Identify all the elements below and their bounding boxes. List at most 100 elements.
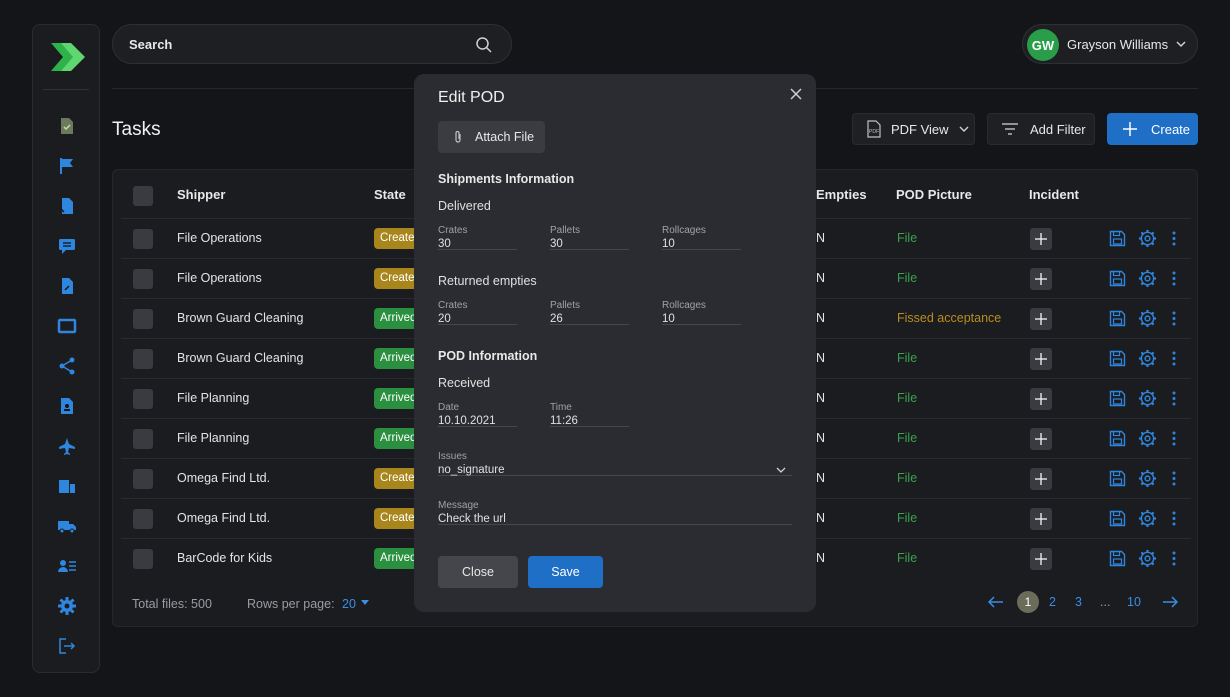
row-checkbox[interactable] [133, 549, 153, 569]
page-3[interactable]: 3 [1075, 595, 1082, 609]
field-label: Rollcages [662, 300, 706, 311]
more-vertical-icon[interactable] [1171, 550, 1177, 567]
create-button[interactable]: Create [1107, 113, 1198, 145]
pod-picture-link[interactable]: File [897, 431, 917, 445]
plus-icon [1035, 273, 1047, 285]
date-field[interactable]: Date 10.10.2021 [438, 402, 517, 427]
save-icon[interactable] [1109, 470, 1126, 487]
pod-picture-link[interactable]: Fissed acceptance [897, 311, 1001, 325]
pod-picture-link[interactable]: File [897, 271, 917, 285]
returned-rollcages-field[interactable]: Rollcages 10 [662, 300, 741, 325]
flag-icon[interactable] [57, 156, 77, 176]
more-vertical-icon[interactable] [1171, 510, 1177, 527]
add-incident-button[interactable] [1030, 348, 1052, 370]
save-icon[interactable] [1109, 510, 1126, 527]
settings-icon[interactable] [1138, 549, 1157, 568]
add-incident-button[interactable] [1030, 308, 1052, 330]
page-10[interactable]: 10 [1127, 595, 1141, 609]
gear-icon[interactable] [57, 596, 77, 616]
pod-picture-link[interactable]: File [897, 471, 917, 485]
pod-picture-link[interactable]: File [897, 511, 917, 525]
contact-card-icon[interactable] [57, 396, 77, 416]
arrow-left-icon[interactable] [988, 596, 1004, 608]
pdf-view-dropdown[interactable]: PDF PDF View [852, 113, 975, 145]
row-checkbox[interactable] [133, 389, 153, 409]
page-1[interactable]: 1 [1017, 591, 1039, 613]
save-icon[interactable] [1109, 270, 1126, 287]
search-icon[interactable] [475, 36, 493, 54]
devices-icon[interactable] [57, 476, 77, 496]
add-incident-button[interactable] [1030, 428, 1052, 450]
add-incident-button[interactable] [1030, 548, 1052, 570]
add-incident-button[interactable] [1030, 228, 1052, 250]
settings-icon[interactable] [1138, 429, 1157, 448]
save-icon[interactable] [1109, 430, 1126, 447]
time-field[interactable]: Time 11:26 [550, 402, 629, 427]
save-icon[interactable] [1109, 550, 1126, 567]
settings-icon[interactable] [1138, 349, 1157, 368]
save-icon[interactable] [1109, 390, 1126, 407]
save-icon[interactable] [1109, 230, 1126, 247]
filter-icon [1002, 123, 1018, 135]
row-checkbox[interactable] [133, 309, 153, 329]
close-icon[interactable] [790, 88, 802, 100]
returned-pallets-field[interactable]: Pallets 26 [550, 300, 629, 325]
row-checkbox[interactable] [133, 509, 153, 529]
settings-icon[interactable] [1138, 309, 1157, 328]
row-checkbox[interactable] [133, 429, 153, 449]
issues-select[interactable]: Issues no_signature [438, 451, 792, 476]
settings-icon[interactable] [1138, 229, 1157, 248]
arrow-right-icon[interactable] [1162, 596, 1178, 608]
add-incident-button[interactable] [1030, 508, 1052, 530]
settings-icon[interactable] [1138, 509, 1157, 528]
row-checkbox[interactable] [133, 269, 153, 289]
more-vertical-icon[interactable] [1171, 470, 1177, 487]
more-vertical-icon[interactable] [1171, 390, 1177, 407]
pod-picture-link[interactable]: File [897, 391, 917, 405]
caret-down-icon[interactable] [361, 600, 369, 606]
share-icon[interactable] [57, 356, 77, 376]
rows-per-page-select[interactable]: 20 [342, 597, 356, 611]
returned-crates-field[interactable]: Crates 20 [438, 300, 517, 325]
row-checkbox[interactable] [133, 469, 153, 489]
logout-icon[interactable] [57, 636, 77, 656]
close-button[interactable]: Close [438, 556, 518, 588]
row-checkbox[interactable] [133, 229, 153, 249]
user-list-icon[interactable] [57, 556, 77, 576]
airplane-icon[interactable] [57, 436, 77, 456]
message-field[interactable]: Message Check the url [438, 500, 792, 525]
settings-icon[interactable] [1138, 469, 1157, 488]
search-input[interactable]: Search [112, 24, 512, 64]
delivered-crates-field[interactable]: Crates 30 [438, 225, 517, 250]
attach-file-button[interactable]: Attach File [438, 121, 545, 153]
monitor-icon[interactable] [57, 316, 77, 336]
add-incident-button[interactable] [1030, 268, 1052, 290]
settings-icon[interactable] [1138, 269, 1157, 288]
document-check-icon[interactable] [57, 116, 77, 136]
more-vertical-icon[interactable] [1171, 350, 1177, 367]
more-vertical-icon[interactable] [1171, 270, 1177, 287]
save-icon[interactable] [1109, 310, 1126, 327]
more-vertical-icon[interactable] [1171, 430, 1177, 447]
settings-icon[interactable] [1138, 389, 1157, 408]
file-import-icon[interactable] [57, 196, 77, 216]
row-checkbox[interactable] [133, 349, 153, 369]
save-icon[interactable] [1109, 350, 1126, 367]
file-export-icon[interactable] [57, 276, 77, 296]
user-menu[interactable]: GW Grayson Williams [1022, 24, 1198, 64]
pod-picture-link[interactable]: File [897, 351, 917, 365]
more-vertical-icon[interactable] [1171, 310, 1177, 327]
more-vertical-icon[interactable] [1171, 230, 1177, 247]
pod-picture-link[interactable]: File [897, 231, 917, 245]
page-2[interactable]: 2 [1049, 595, 1056, 609]
select-all-checkbox[interactable] [133, 186, 153, 206]
add-incident-button[interactable] [1030, 468, 1052, 490]
chat-transfer-icon[interactable] [57, 236, 77, 256]
delivered-pallets-field[interactable]: Pallets 30 [550, 225, 629, 250]
delivered-rollcages-field[interactable]: Rollcages 10 [662, 225, 741, 250]
pod-picture-link[interactable]: File [897, 551, 917, 565]
save-button[interactable]: Save [528, 556, 603, 588]
truck-icon[interactable] [57, 516, 77, 536]
add-filter-button[interactable]: Add Filter [987, 113, 1095, 145]
add-incident-button[interactable] [1030, 388, 1052, 410]
